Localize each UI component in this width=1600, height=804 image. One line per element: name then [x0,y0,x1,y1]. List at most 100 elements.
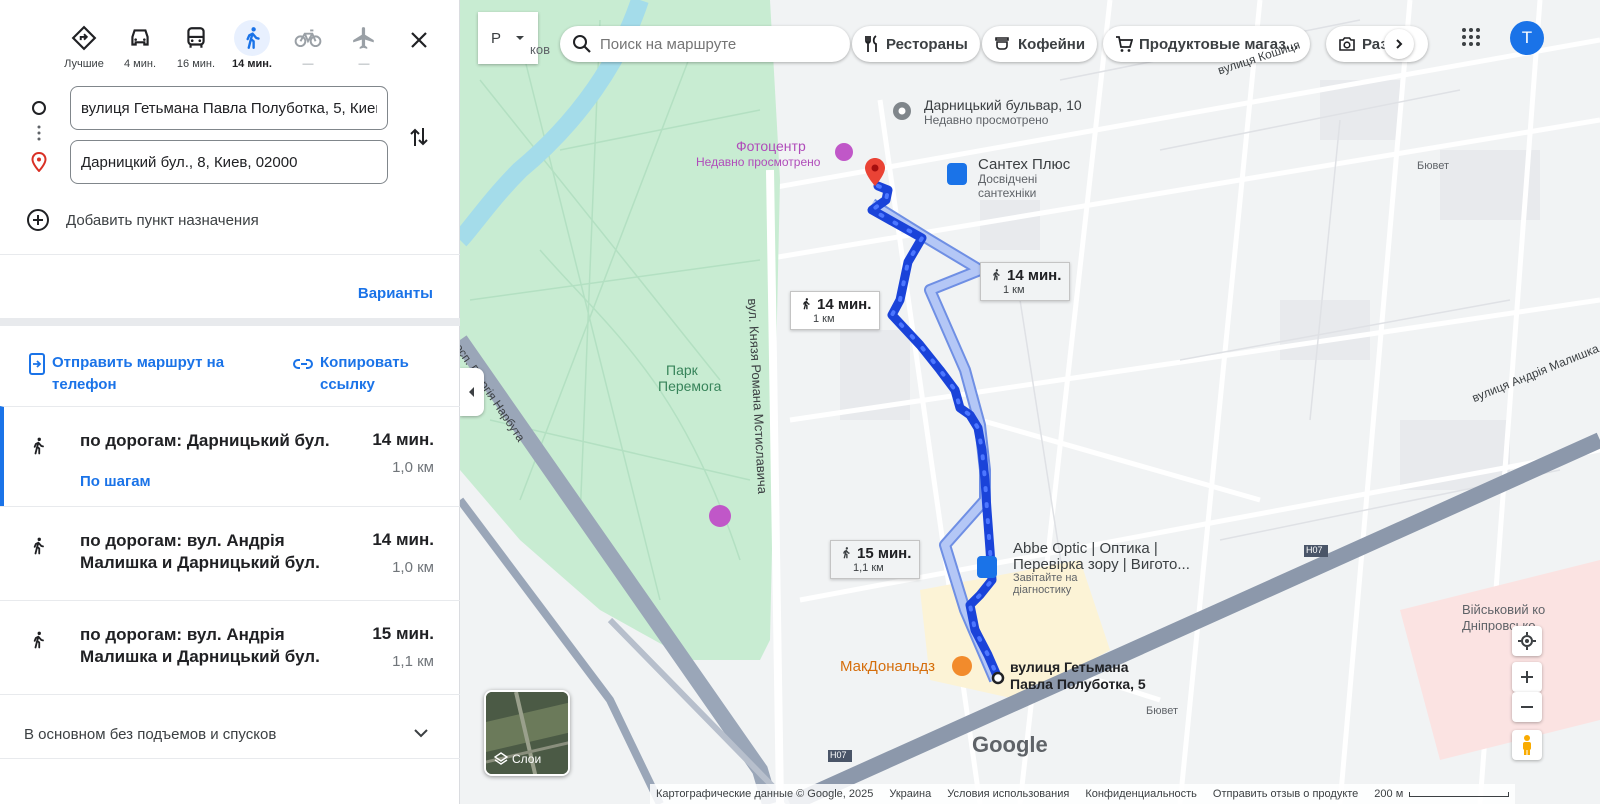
route-time-box[interactable]: 14 мин. 1 км [980,262,1071,301]
send-to-phone-button[interactable]: Отправить маршрут на телефон [28,352,224,396]
walk-icon [803,298,810,310]
route-option-1[interactable]: по дорогам: Дарницький бул. 14 мин. 1,0 … [0,406,460,506]
route-description: по дорогам: вул. Андрія Малишка и Дарниць… [80,624,350,668]
copy-link-line2: ссылку [320,376,375,393]
my-location-button[interactable] [1512,626,1542,656]
map-label: ков [530,42,550,57]
route-option-2[interactable]: по дорогам: вул. Андрія Малишка и Дарниць… [0,506,460,600]
zoom-in-button[interactable] [1512,662,1542,692]
chip-coffee[interactable]: Кофейни [982,26,1098,62]
origin-circle-icon [28,97,50,119]
mode-car[interactable]: 4 мин. [112,20,168,72]
park-label[interactable]: Парк [666,362,698,378]
apps-grid-icon [1462,28,1480,46]
link-icon [293,359,313,369]
rail-label: Р [490,29,501,47]
steps-link[interactable]: По шагам [80,473,151,490]
walk-icon [33,437,44,455]
collapse-panel-button[interactable] [460,368,484,416]
route-time-box[interactable]: 14 мин. 1 км [790,291,881,330]
avatar[interactable]: T [1510,21,1544,55]
section-divider [0,318,460,326]
mode-transit[interactable]: 16 мин. [168,20,224,72]
map-place-label[interactable]: Сантех Плюс [978,156,1070,173]
mode-best-label: Лучшие [64,58,104,70]
camera-icon [1339,37,1355,51]
swap-icon [410,128,428,146]
route-search[interactable] [560,26,850,62]
route-time: 14 мин. [372,430,434,449]
map-place-label[interactable]: Abbe Optic | Оптика | [1013,540,1158,557]
map-place-sublabel: Завітайте на [1013,572,1078,584]
route-desc-line: по дорогам: вул. Андрія [80,531,285,550]
route-box-distance: 1,1 км [853,562,884,574]
route-time-box[interactable]: 15 мин. 1,1 км [830,540,921,579]
street-view-button[interactable] [1512,730,1542,760]
route-box-time: 14 мин. [817,296,872,313]
map-place-label[interactable]: МакДональдз [840,658,935,675]
route-box-distance: 1 км [813,313,835,325]
mode-walk[interactable]: 14 мин. [224,20,280,72]
route-box-time: 15 мин. [857,545,912,562]
send-to-phone-line1: Отправить маршрут на [52,354,225,371]
apps-button[interactable] [1460,26,1482,53]
divider [0,758,460,759]
flight-icon [353,27,374,49]
swap-button[interactable] [404,122,434,152]
walk-icon [246,27,260,49]
chevron-right-icon [1396,39,1403,49]
map-place-label[interactable]: Фотоцентр [736,138,806,154]
close-button[interactable] [404,25,434,55]
bike-icon [294,29,322,48]
layers-icon [494,752,508,765]
rail-layer-button[interactable]: Р [478,12,538,64]
footer-privacy-link[interactable]: Конфиденциальность [1085,788,1197,800]
add-destination-button[interactable]: Добавить пункт назначения [26,208,259,232]
park-label[interactable]: Перемога [658,378,721,394]
chip-label: Рестораны [886,35,968,53]
plus-icon [1521,671,1533,683]
zoom-out-button[interactable] [1512,692,1542,722]
map-place-label[interactable]: Військовий ко [1462,602,1545,617]
destination-input[interactable] [70,140,388,184]
dropdown-arrow-icon [516,36,524,40]
route-description: по дорогам: вул. Андрія Малишка и Дарниць… [80,530,350,574]
walk-icon [33,631,44,649]
scale-bar [1409,791,1510,797]
divider [0,694,460,695]
chip-restaurants[interactable]: Рестораны [852,26,980,62]
footer-feedback-link[interactable]: Отправить отзыв о продукте [1213,788,1358,800]
route-box-time: 14 мин. [1007,267,1062,284]
mode-flight[interactable]: — [336,20,392,72]
highway-label: H07 [830,750,847,760]
elevation-expand-button[interactable] [412,724,430,747]
map-place-sublabel: Недавно просмотрено [696,155,821,169]
mode-flight-label: — [358,58,370,70]
route-desc-line: по дорогам: вул. Андрія [80,625,285,644]
scale-label[interactable]: 200 м [1374,788,1403,800]
route-search-input[interactable] [600,35,830,53]
layers-button[interactable]: Слои [484,690,570,776]
best-route-icon [71,25,97,51]
mode-bike[interactable]: — [280,20,336,72]
map-place-sublabel: діагностику [1013,584,1072,596]
variants-button[interactable]: Варианты [358,285,433,302]
walk-icon [993,269,1000,281]
mode-walk-label: 14 мин. [232,58,272,70]
route-time: 15 мин. [372,624,434,643]
restaurant-icon [865,35,877,52]
footer-terms-link[interactable]: Условия использования [947,788,1069,800]
footer-country-link[interactable]: Украина [889,788,931,800]
map-place-label[interactable]: Дарницький бульвар, 10 [924,97,1082,113]
copy-link-button[interactable]: Копировать ссылку [292,352,409,396]
map-place-label[interactable]: Перевірка зору | Вигото... [1013,556,1190,573]
map-canvas[interactable]: Р Рестораны Кофейни Продуктовые магаз...… [460,0,1600,804]
mode-best[interactable]: Лучшие [56,20,112,72]
route-option-3[interactable]: по дорогам: вул. Андрія Малишка и Дарниць… [0,600,460,694]
chips-next-button[interactable] [1384,29,1414,59]
search-icon [573,35,591,53]
origin-input[interactable] [70,86,388,130]
cart-icon [1116,36,1133,52]
send-to-phone-icon [29,353,45,375]
elevation-info: В основном без подъемов и спусков [24,726,277,743]
